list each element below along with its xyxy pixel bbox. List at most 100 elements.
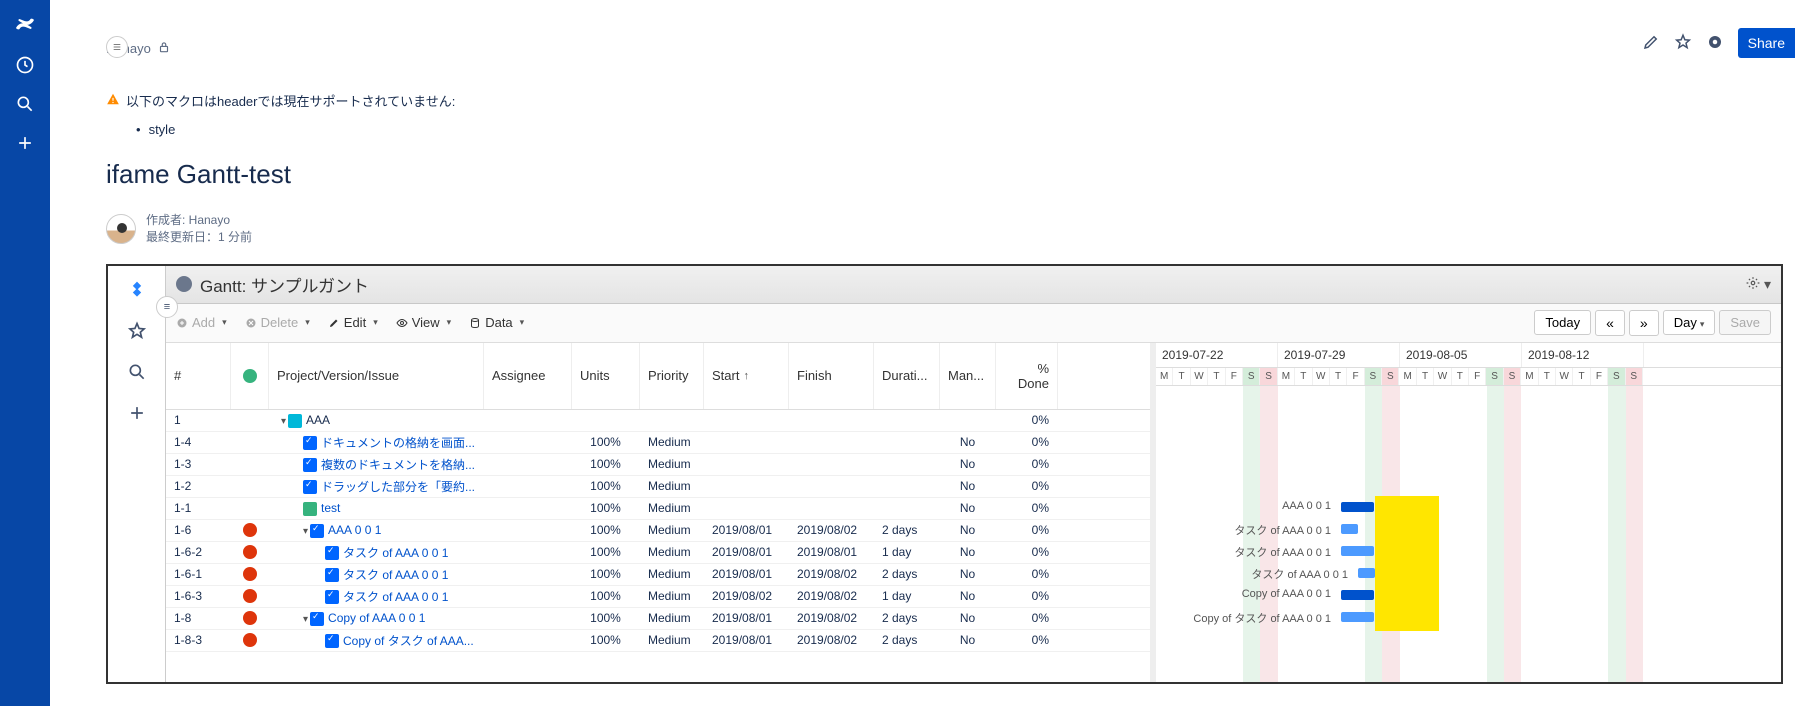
timeline-day: S [1486, 368, 1503, 385]
recent-icon[interactable] [15, 55, 35, 78]
timeline-day: F [1591, 368, 1608, 385]
author-line: 作成者: Hanayo [146, 212, 252, 229]
restrictions-icon[interactable] [157, 40, 171, 57]
warning-bullet: style [136, 122, 1803, 137]
timeline-day: T [1208, 368, 1225, 385]
timeline-day: M [1156, 368, 1173, 385]
timeline-week: 2019-08-05 [1400, 343, 1522, 367]
watch-icon[interactable] [1706, 33, 1724, 54]
macro-warning: 以下のマクロはheaderでは現在サポートされていません: [106, 91, 1803, 110]
table-row[interactable]: 1-6-2タスク of AAA 0 0 1100%Medium2019/08/0… [166, 542, 1150, 564]
search-icon[interactable] [15, 94, 35, 117]
edit-button[interactable]: Edit [328, 315, 378, 330]
table-row[interactable]: 1-6▾AAA 0 0 1100%Medium2019/08/012019/08… [166, 520, 1150, 542]
add-icon[interactable] [15, 133, 35, 156]
edit-icon[interactable] [1642, 33, 1660, 54]
col-index[interactable]: # [166, 343, 231, 409]
timeline-day: T [1417, 368, 1434, 385]
breadcrumb: Hanayo [106, 40, 1803, 57]
confluence-logo[interactable] [13, 12, 37, 39]
timeline-week: 2019-08-12 [1522, 343, 1644, 367]
bar-label: タスク of AAA 0 0 1 [1156, 522, 1331, 538]
timeline-day: W [1313, 368, 1330, 385]
timeline-day: M [1399, 368, 1416, 385]
timeline-day: S [1504, 368, 1521, 385]
table-row[interactable]: 1-6-1タスク of AAA 0 0 1100%Medium2019/08/0… [166, 564, 1150, 586]
gantt-add-icon[interactable] [127, 403, 147, 426]
delete-button[interactable]: Delete [245, 315, 310, 330]
col-start[interactable]: Start [704, 343, 789, 409]
timeline-day: S [1608, 368, 1625, 385]
col-done[interactable]: % Done [996, 343, 1058, 409]
table-header: # Project/Version/Issue Assignee Units P… [166, 343, 1150, 410]
gantt-search-icon[interactable] [127, 362, 147, 385]
star-icon[interactable] [1674, 33, 1692, 54]
col-finish[interactable]: Finish [789, 343, 874, 409]
add-button[interactable]: Add [176, 315, 227, 330]
timeline-day: T [1330, 368, 1347, 385]
table-row[interactable]: 1-2ドラッグした部分を「要約...100%MediumNo0% [166, 476, 1150, 498]
gantt-bar[interactable] [1341, 612, 1374, 622]
timeline-day: S [1260, 368, 1277, 385]
timeline-day: S [1365, 368, 1382, 385]
col-duration[interactable]: Durati... [874, 343, 940, 409]
gantt-title: Gantt: サンプルガント [200, 272, 369, 297]
timeline-day: T [1573, 368, 1590, 385]
table-row[interactable]: 1-6-3タスク of AAA 0 0 1100%Medium2019/08/0… [166, 586, 1150, 608]
gantt-collapse-button[interactable]: ≡ [156, 296, 178, 318]
table-row[interactable]: 1▾AAA0% [166, 410, 1150, 432]
today-button[interactable]: Today [1534, 310, 1591, 335]
chevron-down-icon[interactable]: ▾ [1764, 276, 1771, 293]
timeline-week: 2019-07-29 [1278, 343, 1400, 367]
gantt-bar[interactable] [1341, 590, 1374, 600]
table-row[interactable]: 1-1test100%MediumNo0% [166, 498, 1150, 520]
gantt-jira-icon[interactable] [127, 280, 147, 303]
timeline-day: F [1347, 368, 1364, 385]
bar-label: Copy of AAA 0 0 1 [1156, 588, 1331, 600]
next-button[interactable]: » [1629, 310, 1659, 336]
table-row[interactable]: 1-3複数のドキュメントを格納...100%MediumNo0% [166, 454, 1150, 476]
prev-button[interactable]: « [1595, 310, 1625, 336]
globe-icon [176, 276, 192, 292]
view-button[interactable]: View [396, 315, 451, 330]
updated-line: 最終更新日：1 分前 [146, 229, 252, 246]
timeline-day: T [1173, 368, 1190, 385]
timeline-day: F [1469, 368, 1486, 385]
save-button[interactable]: Save [1719, 310, 1771, 335]
col-assignee[interactable]: Assignee [484, 343, 572, 409]
warning-icon [106, 92, 120, 109]
gantt-embed: ≡ Gantt: サンプルガント ▾ Add Delete Edit View … [106, 264, 1783, 684]
col-units[interactable]: Units [572, 343, 640, 409]
col-manual[interactable]: Man... [940, 343, 996, 409]
col-priority[interactable]: Priority [640, 343, 704, 409]
avatar[interactable] [106, 214, 136, 244]
timeline-day: S [1626, 368, 1643, 385]
data-button[interactable]: Data [469, 315, 524, 330]
col-status[interactable] [231, 343, 269, 409]
gantt-bar[interactable] [1358, 568, 1375, 578]
bar-label: AAA 0 0 1 [1156, 500, 1331, 512]
gantt-bar[interactable] [1341, 524, 1358, 534]
gantt-star-icon[interactable] [127, 321, 147, 344]
timeline-day: S [1382, 368, 1399, 385]
collapse-sidebar-button[interactable] [106, 36, 128, 58]
timeline-highlight [1375, 496, 1439, 631]
table-row[interactable]: 1-8-3Copy of タスク of AAA...100%Medium2019… [166, 630, 1150, 652]
timeline-week: 2019-07-22 [1156, 343, 1278, 367]
table-row[interactable]: 1-8▾Copy of AAA 0 0 1100%Medium2019/08/0… [166, 608, 1150, 630]
gantt-bar[interactable] [1341, 546, 1374, 556]
col-issue[interactable]: Project/Version/Issue [269, 343, 484, 409]
warning-text: 以下のマクロはheaderでは現在サポートされていません: [126, 91, 455, 110]
timeline-day: F [1226, 368, 1243, 385]
share-button[interactable]: Share [1738, 28, 1795, 58]
gear-icon[interactable] [1746, 276, 1760, 293]
timeline-day: W [1191, 368, 1208, 385]
timeline-day: S [1243, 368, 1260, 385]
scale-button[interactable]: Day [1663, 310, 1716, 335]
gantt-header: Gantt: サンプルガント ▾ [166, 266, 1781, 304]
timeline-day: T [1452, 368, 1469, 385]
byline: 作成者: Hanayo 最終更新日：1 分前 [106, 212, 1803, 246]
gantt-bar[interactable] [1341, 502, 1374, 512]
timeline-day: T [1539, 368, 1556, 385]
table-row[interactable]: 1-4ドキュメントの格納を画面...100%MediumNo0% [166, 432, 1150, 454]
